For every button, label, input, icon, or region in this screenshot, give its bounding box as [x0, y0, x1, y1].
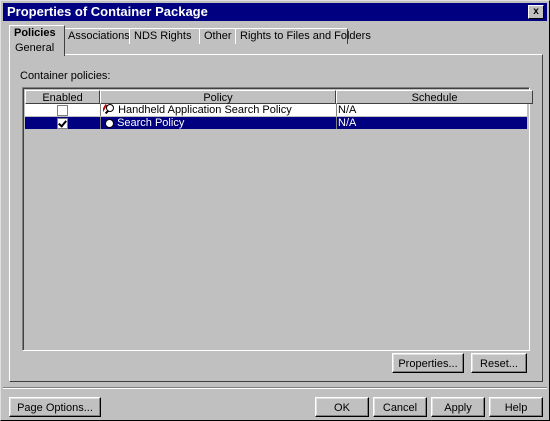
enabled-checkbox[interactable]: [57, 105, 68, 116]
table-row[interactable]: Search Policy N/A: [25, 117, 527, 129]
cancel-button[interactable]: Cancel: [373, 397, 427, 417]
schedule-value: N/A: [338, 117, 357, 129]
tab-nds-rights-label: NDS Rights: [134, 30, 192, 42]
policy-dot-icon: [105, 118, 114, 128]
policies-table: Enabled Policy Schedule Handheld Applica…: [22, 87, 533, 351]
schedule-value: N/A: [338, 104, 357, 116]
policy-name: Handheld Application Search Policy: [118, 104, 292, 116]
tab-other[interactable]: Other: [199, 28, 237, 44]
tab-associations-label: Associations: [68, 30, 130, 42]
tab-nds-rights[interactable]: NDS Rights: [129, 28, 209, 44]
enabled-checkbox[interactable]: [57, 118, 68, 129]
reset-button[interactable]: Reset...: [471, 353, 527, 373]
tab-policies-label: Policies: [14, 27, 56, 39]
help-button[interactable]: Help: [489, 397, 543, 417]
tab-rights-to-files-label: Rights to Files and Folders: [240, 30, 371, 42]
title-bar: Properties of Container Package x: [3, 3, 547, 21]
properties-dialog: Properties of Container Package x Polici…: [0, 0, 550, 421]
search-policy-icon: [103, 104, 115, 116]
tab-associations[interactable]: Associations: [63, 28, 131, 44]
footer-divider: [3, 387, 547, 389]
properties-button[interactable]: Properties...: [392, 353, 464, 373]
column-header-policy[interactable]: Policy: [100, 90, 336, 104]
subtab-general[interactable]: General: [15, 42, 54, 54]
apply-button[interactable]: Apply: [431, 397, 485, 417]
page-options-button[interactable]: Page Options...: [9, 397, 101, 417]
window-title: Properties of Container Package: [7, 4, 208, 19]
section-label: Container policies:: [20, 70, 111, 82]
tab-rights-to-files-and-folders[interactable]: Rights to Files and Folders: [235, 28, 371, 44]
tab-other-label: Other: [204, 30, 232, 42]
table-row[interactable]: Handheld Application Search Policy N/A: [25, 104, 527, 116]
column-header-enabled[interactable]: Enabled: [25, 90, 100, 104]
close-button[interactable]: x: [528, 5, 544, 19]
column-header-schedule[interactable]: Schedule: [336, 90, 533, 104]
policy-name: Search Policy: [117, 117, 185, 129]
ok-button[interactable]: OK: [315, 397, 369, 417]
policies-panel: Container policies: Enabled Policy Sched…: [9, 54, 543, 382]
